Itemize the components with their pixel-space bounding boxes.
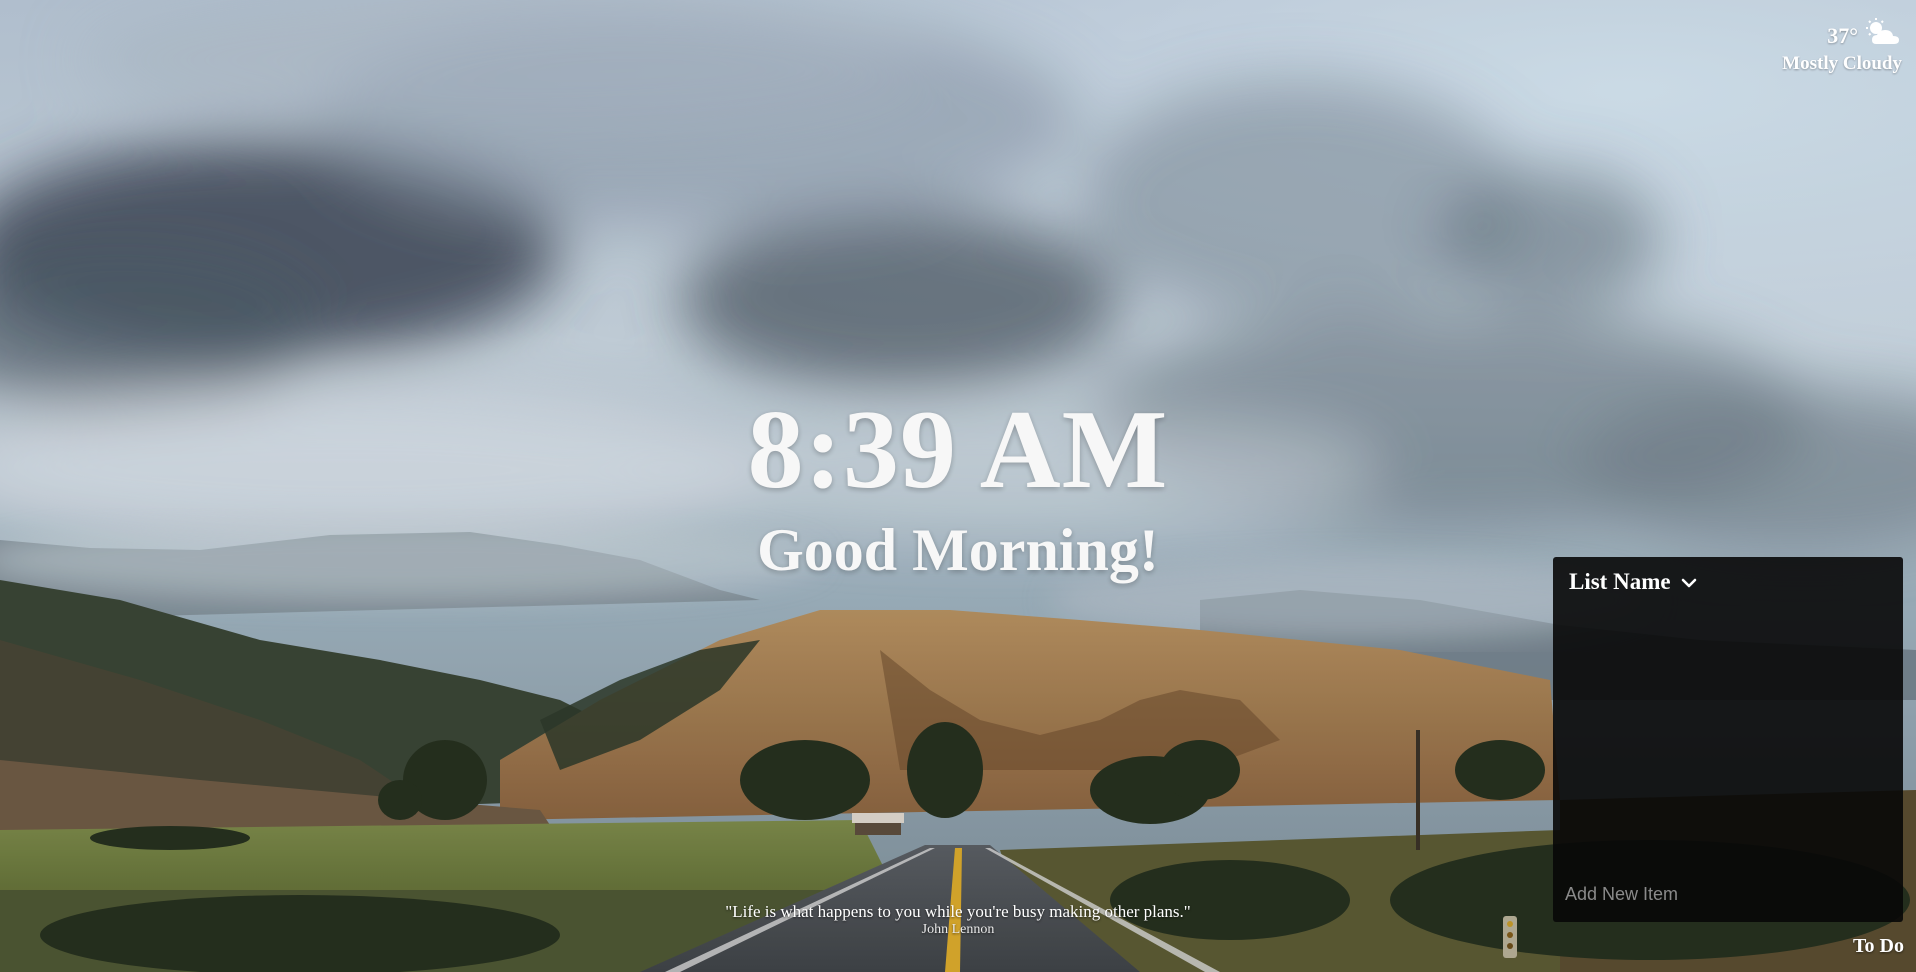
clock-time: 8:39 AM [747,388,1169,512]
add-new-item-input[interactable] [1563,880,1887,908]
list-name-label: List Name [1569,569,1671,594]
new-tab-dashboard: 37° Mostly Cloudy 8:39 AM Good Morning! … [0,0,1916,972]
list-name-dropdown[interactable]: List Name [1569,569,1697,595]
quote-author: John Lennon [921,922,995,937]
partly-cloudy-icon [1862,18,1902,53]
temperature: 37° [1827,22,1858,48]
todo-items-list [1569,617,1887,872]
todo-panel: List Name [1553,557,1903,922]
todo-toggle-button[interactable]: To Do [1853,935,1904,958]
chevron-down-icon [1681,569,1697,595]
weather-condition: Mostly Cloudy [1782,53,1902,74]
weather-widget[interactable]: 37° Mostly Cloudy [1782,18,1902,75]
